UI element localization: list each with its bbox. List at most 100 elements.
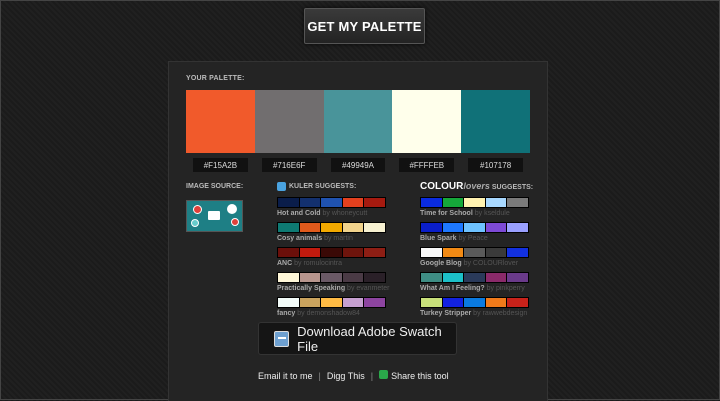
suggestion-color-chip (421, 298, 442, 307)
kuler-suggests-label: KULER SUGGESTS: (277, 182, 356, 191)
suggestion-caption: fancy by demonshadow84 (277, 310, 386, 317)
suggestion-name[interactable]: Turkey Stripper (420, 310, 471, 317)
suggestion-color-bar[interactable] (420, 297, 529, 308)
image-source-thumbnail[interactable] (186, 200, 243, 232)
suggestion-item[interactable]: Practically Speaking by evanmeter (277, 272, 389, 297)
suggestion-color-chip (364, 298, 385, 307)
suggestion-name[interactable]: Cosy animals (277, 235, 322, 242)
suggestion-caption: Blue Spark by Peace (420, 235, 529, 242)
suggestion-item[interactable]: Google Blog by COLOURlover (420, 247, 529, 272)
kuler-suggests-text: KULER SUGGESTS: (289, 183, 357, 190)
suggestion-color-chip (299, 273, 321, 282)
suggestion-color-chip (321, 198, 342, 207)
suggestion-color-chip (464, 223, 485, 232)
suggestion-color-chip (342, 248, 364, 257)
suggestion-author[interactable]: by rawwebdesign (473, 310, 527, 317)
suggestion-name[interactable]: What Am I Feeling? (420, 285, 485, 292)
suggestion-color-chip (299, 223, 321, 232)
suggestion-item[interactable]: Cosy animals by martin (277, 222, 386, 247)
suggestion-color-bar[interactable] (277, 247, 386, 258)
suggestion-name[interactable]: Google Blog (420, 260, 462, 267)
footer-separator: | (370, 370, 374, 381)
kuler-suggestions-list: Hot and Cold by whoneycutt Cosy animals b… (277, 197, 389, 322)
suggestion-author[interactable]: by evanmeter (347, 285, 389, 292)
suggestion-color-chip (442, 223, 464, 232)
suggestion-color-chip (485, 223, 507, 232)
colourlovers-suggestions-list: Time for School by kseldule Blue Spark by… (420, 197, 529, 322)
suggestion-name[interactable]: fancy (277, 310, 295, 317)
hex-code[interactable]: #49949A (330, 158, 386, 172)
suggestion-color-chip (421, 223, 442, 232)
palette-swatch[interactable] (186, 90, 255, 153)
share-link[interactable]: Share this tool (379, 370, 449, 381)
suggestion-item[interactable]: Time for School by kseldule (420, 197, 529, 222)
suggestion-color-chip (485, 198, 507, 207)
suggestion-color-chip (342, 273, 364, 282)
suggestion-name[interactable]: Time for School (420, 210, 473, 217)
suggestion-color-chip (321, 248, 342, 257)
suggestion-color-bar[interactable] (277, 222, 386, 233)
digg-link[interactable]: Digg This (327, 371, 365, 381)
suggestion-author[interactable]: by COLOURlover (464, 260, 518, 267)
suggestion-author[interactable]: by whoneycutt (323, 210, 368, 217)
suggestion-caption: What Am I Feeling? by pinkperry (420, 285, 529, 292)
suggestion-color-bar[interactable] (420, 272, 529, 283)
suggestion-color-chip (278, 248, 299, 257)
palette-swatch[interactable] (323, 90, 393, 153)
suggestion-color-bar[interactable] (277, 197, 386, 208)
suggestion-color-chip (421, 248, 442, 257)
suggestion-item[interactable]: ANC by romulocintra (277, 247, 386, 272)
suggestion-color-chip (278, 298, 299, 307)
suggestion-color-chip (485, 248, 507, 257)
suggestion-author[interactable]: by romulocintra (294, 260, 342, 267)
suggestion-color-chip (485, 298, 507, 307)
suggestion-item[interactable]: Hot and Cold by whoneycutt (277, 197, 386, 222)
suggestion-name[interactable]: Blue Spark (420, 235, 457, 242)
suggestion-color-bar[interactable] (277, 272, 386, 283)
footer-separator: | (318, 370, 321, 381)
suggestion-name[interactable]: Hot and Cold (277, 210, 321, 217)
hex-code[interactable]: #FFFFEB (399, 158, 455, 172)
suggestion-color-chip (299, 298, 321, 307)
suggestion-item[interactable]: fancy by demonshadow84 (277, 297, 386, 322)
suggestion-color-chip (364, 198, 385, 207)
suggestion-caption: Hot and Cold by whoneycutt (277, 210, 386, 217)
suggestion-item[interactable]: Turkey Stripper by rawwebdesign (420, 297, 529, 322)
suggestion-author[interactable]: by pinkperry (487, 285, 525, 292)
suggestion-name[interactable]: ANC (277, 260, 292, 267)
hex-code[interactable]: #F15A2B (193, 158, 248, 172)
download-swatch-label: Download Adobe Swatch File (297, 323, 442, 354)
suggestion-color-chip (321, 298, 342, 307)
suggestion-caption: Practically Speaking by evanmeter (277, 285, 389, 292)
hex-code[interactable]: #107178 (468, 158, 523, 172)
download-swatch-button[interactable]: Download Adobe Swatch File (258, 322, 457, 355)
suggestion-color-bar[interactable] (420, 222, 529, 233)
suggestion-color-chip (507, 223, 528, 232)
suggestion-caption: Turkey Stripper by rawwebdesign (420, 310, 529, 317)
colourlovers-brand-light: lovers (463, 181, 490, 191)
suggestion-author[interactable]: by kseldule (475, 210, 510, 217)
get-my-palette-button[interactable]: GET MY PALETTE (304, 8, 425, 44)
palette-swatch[interactable] (254, 90, 324, 153)
footer-links: Email it to me | Digg This | Share this … (258, 370, 449, 381)
suggestion-color-chip (278, 273, 299, 282)
suggestion-name[interactable]: Practically Speaking (277, 285, 345, 292)
suggestion-color-bar[interactable] (277, 297, 386, 308)
suggestion-author[interactable]: by martin (324, 235, 353, 242)
suggestion-color-chip (442, 273, 464, 282)
suggestion-color-chip (278, 198, 299, 207)
palette-swatch[interactable] (461, 90, 530, 153)
suggestion-author[interactable]: by demonshadow84 (297, 310, 360, 317)
palette-swatches (186, 90, 530, 153)
suggestion-item[interactable]: Blue Spark by Peace (420, 222, 529, 247)
suggestion-caption: Time for School by kseldule (420, 210, 529, 217)
suggestion-color-bar[interactable] (420, 247, 529, 258)
suggestion-author[interactable]: by Peace (459, 235, 488, 242)
suggestion-color-bar[interactable] (420, 197, 529, 208)
hex-code[interactable]: #716E6F (261, 158, 317, 172)
suggestion-color-chip (442, 198, 464, 207)
email-link[interactable]: Email it to me (258, 371, 313, 381)
suggestion-caption: ANC by romulocintra (277, 260, 386, 267)
suggestion-item[interactable]: What Am I Feeling? by pinkperry (420, 272, 529, 297)
palette-swatch[interactable] (392, 90, 462, 153)
